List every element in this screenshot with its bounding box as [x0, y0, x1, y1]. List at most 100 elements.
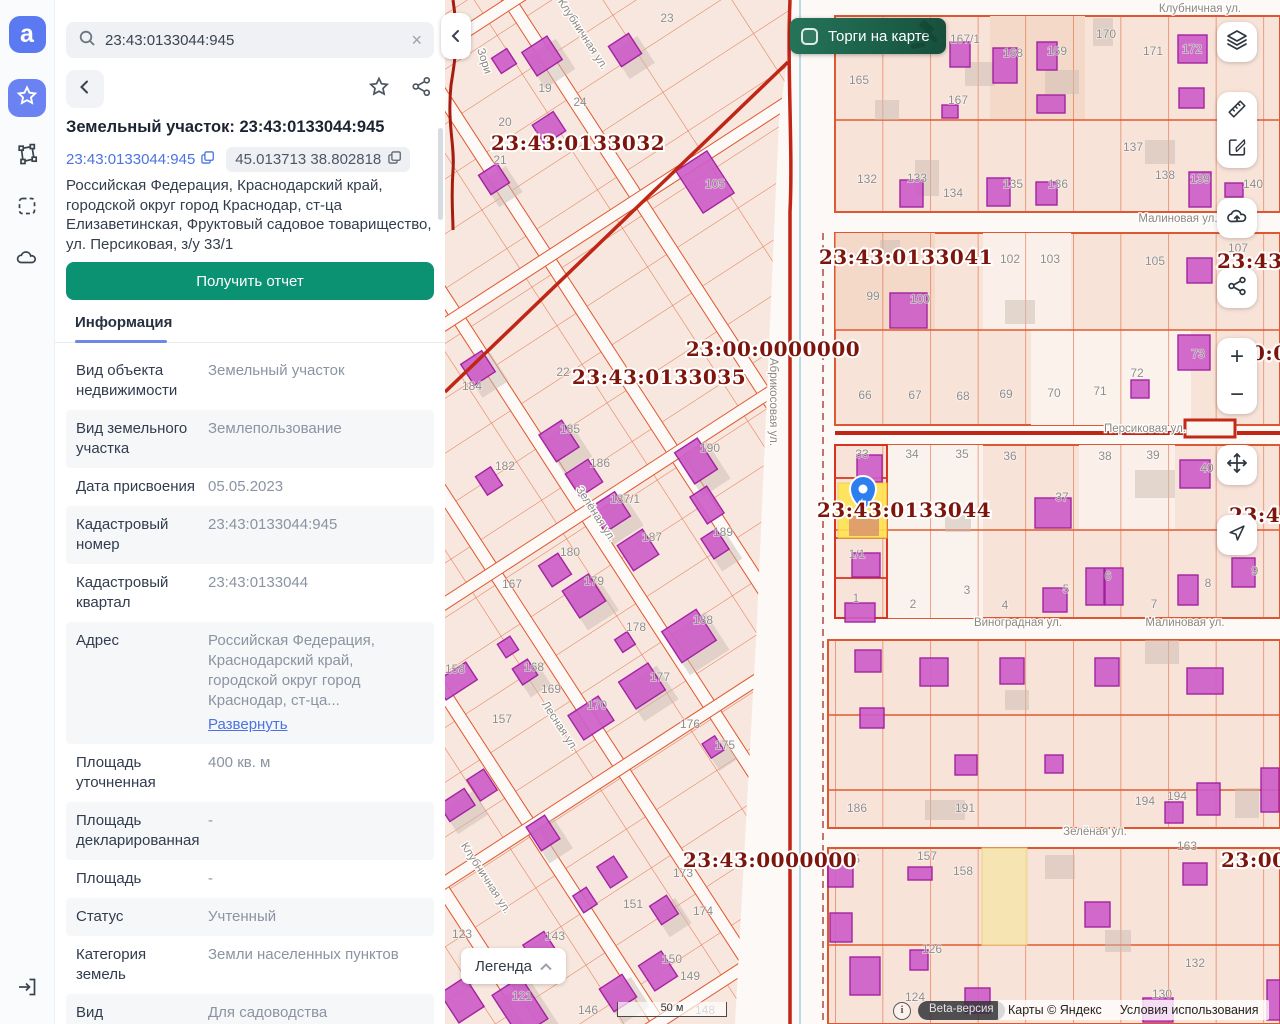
zoom-control-group: + −: [1217, 338, 1257, 414]
map-parcel-number: 4: [1002, 598, 1009, 612]
info-row-value: 23:43:0133044: [208, 573, 424, 613]
upload-button[interactable]: [1217, 198, 1257, 238]
cadastral-map[interactable]: Клубничная ул.Малиновая ул.Персиковая ул…: [445, 0, 1280, 1024]
dashed-square-icon: [15, 194, 39, 223]
panel-tabs: Информация: [55, 310, 445, 343]
map-parcel-number: 8: [1205, 576, 1212, 590]
map-parcel-number: 2: [910, 597, 917, 611]
map-parcel-number: 35: [955, 447, 969, 461]
map-parcel-number: 132: [1185, 956, 1205, 970]
app-logo[interactable]: a: [9, 16, 46, 53]
map-street-label: Персиковая ул.: [1104, 423, 1186, 435]
map-parcel-number: 33: [855, 447, 869, 461]
object-address: Российская Федерация, Краснодарский край…: [66, 176, 438, 254]
map-parcel-number: 103: [1040, 252, 1060, 266]
tab-information[interactable]: Информация: [75, 314, 172, 341]
search-input[interactable]: [105, 32, 402, 49]
search-bar[interactable]: ×: [66, 22, 434, 58]
attribution-text: Карты © Яндекс: [1008, 1003, 1102, 1017]
copy-icon[interactable]: [201, 151, 214, 168]
zoom-out-button[interactable]: −: [1217, 376, 1257, 414]
info-panel: × Земельный участок: 23:43:0133044:945 2…: [55, 0, 445, 1024]
info-row: АдресРоссийская Федерация, Краснодарский…: [66, 622, 434, 744]
rail-exit-button[interactable]: [14, 976, 40, 1002]
clear-search-icon[interactable]: ×: [411, 31, 422, 49]
map-parcel-number: 169: [541, 682, 561, 696]
map-share-button[interactable]: [1217, 268, 1257, 308]
map-parcel-number: 21: [493, 153, 507, 167]
info-row: Дата присвоения05.05.2023: [66, 468, 434, 506]
map-building: [1045, 855, 1075, 879]
map-building: [1105, 930, 1131, 952]
map-building: [1086, 568, 1104, 605]
map-building: [908, 867, 932, 880]
map-parcel-number: 176: [680, 717, 700, 731]
map-quarter-label: 23:43:0133032: [491, 131, 665, 155]
map-canvas[interactable]: Клубничная ул.Малиновая ул.Персиковая ул…: [445, 0, 1280, 1024]
cadastral-number-link[interactable]: 23:43:0133044:945: [66, 151, 214, 168]
rail-select-area-button[interactable]: [14, 195, 40, 221]
map-parcel-number: 20: [498, 115, 512, 129]
back-button[interactable]: [66, 70, 104, 108]
map-parcel-number: 179: [584, 574, 604, 588]
map-building: [855, 650, 881, 672]
map-building: [1261, 768, 1279, 812]
map-quarter-label: 23:43:0133044: [817, 498, 991, 522]
pan-button[interactable]: [1217, 445, 1257, 485]
map-parcel-number: 158: [445, 662, 465, 676]
map-building: [875, 100, 899, 120]
map-building: [1165, 802, 1183, 823]
cloud-upload-icon: [1224, 203, 1250, 234]
map-parcel-number: 130: [1152, 987, 1172, 1001]
map-building: [1267, 980, 1280, 1020]
chevron-up-icon: [540, 958, 552, 975]
layers-button[interactable]: [1217, 22, 1257, 62]
map-parcel-number: 71: [1093, 384, 1107, 398]
favorite-button[interactable]: [366, 76, 392, 102]
rail-favorites-button[interactable]: [8, 79, 46, 117]
coordinates-chip[interactable]: 45.013713 38.802818: [226, 147, 410, 172]
map-building: [1000, 658, 1024, 684]
panel-scrollbar[interactable]: [438, 128, 443, 220]
legend-button[interactable]: Легенда: [461, 948, 566, 984]
auctions-checkbox[interactable]: [801, 28, 818, 45]
rail-polygon-button[interactable]: [14, 143, 40, 169]
ruler-button[interactable]: [1217, 92, 1257, 130]
map-building: [1225, 183, 1243, 197]
polygon-icon: [15, 142, 39, 171]
location-arrow-icon: [1226, 522, 1248, 549]
map-parcel-number: 184: [462, 379, 482, 393]
map-parcel-number: 177: [650, 670, 670, 684]
map-building: [1135, 470, 1175, 498]
info-row: Площадь декларированная-: [66, 802, 434, 860]
collapse-panel-button[interactable]: [441, 13, 471, 59]
map-parcel-number: 151: [623, 897, 643, 911]
share-icon: [410, 75, 433, 103]
terms-link[interactable]: Условия использования: [1120, 1003, 1259, 1017]
map-quarter-label: 23:43:0133035: [572, 365, 746, 389]
info-row-label: Вид объекта недвижимости: [76, 361, 208, 401]
share-button[interactable]: [408, 76, 434, 102]
auctions-toggle[interactable]: Торги на карте: [790, 18, 946, 54]
zoom-in-button[interactable]: +: [1217, 338, 1257, 376]
map-building: [920, 658, 948, 686]
rail-cloud-button[interactable]: [14, 247, 40, 273]
expand-address-link[interactable]: Развернуть: [208, 715, 288, 735]
locate-button[interactable]: [1217, 515, 1257, 555]
map-parcel-number: 132: [857, 172, 877, 186]
map-parcel-number: 175: [715, 738, 735, 752]
edit-icon: [1226, 136, 1248, 163]
copy-icon[interactable]: [388, 151, 401, 168]
map-building: [1187, 668, 1223, 694]
info-icon[interactable]: i: [893, 1002, 911, 1020]
map-parcel-number: 67: [908, 388, 922, 402]
info-row-label: Вид разрешенного: [76, 1003, 208, 1024]
map-parcel-number: 182: [495, 459, 515, 473]
map-building: [1037, 95, 1065, 113]
search-icon: [78, 29, 96, 52]
map-parcel-number: 194: [1167, 789, 1187, 803]
map-street-label: Клубничная ул.: [1159, 3, 1241, 15]
get-report-button[interactable]: Получить отчет: [66, 262, 434, 300]
draw-button[interactable]: [1217, 130, 1257, 168]
info-row-label: Дата присвоения: [76, 477, 208, 497]
